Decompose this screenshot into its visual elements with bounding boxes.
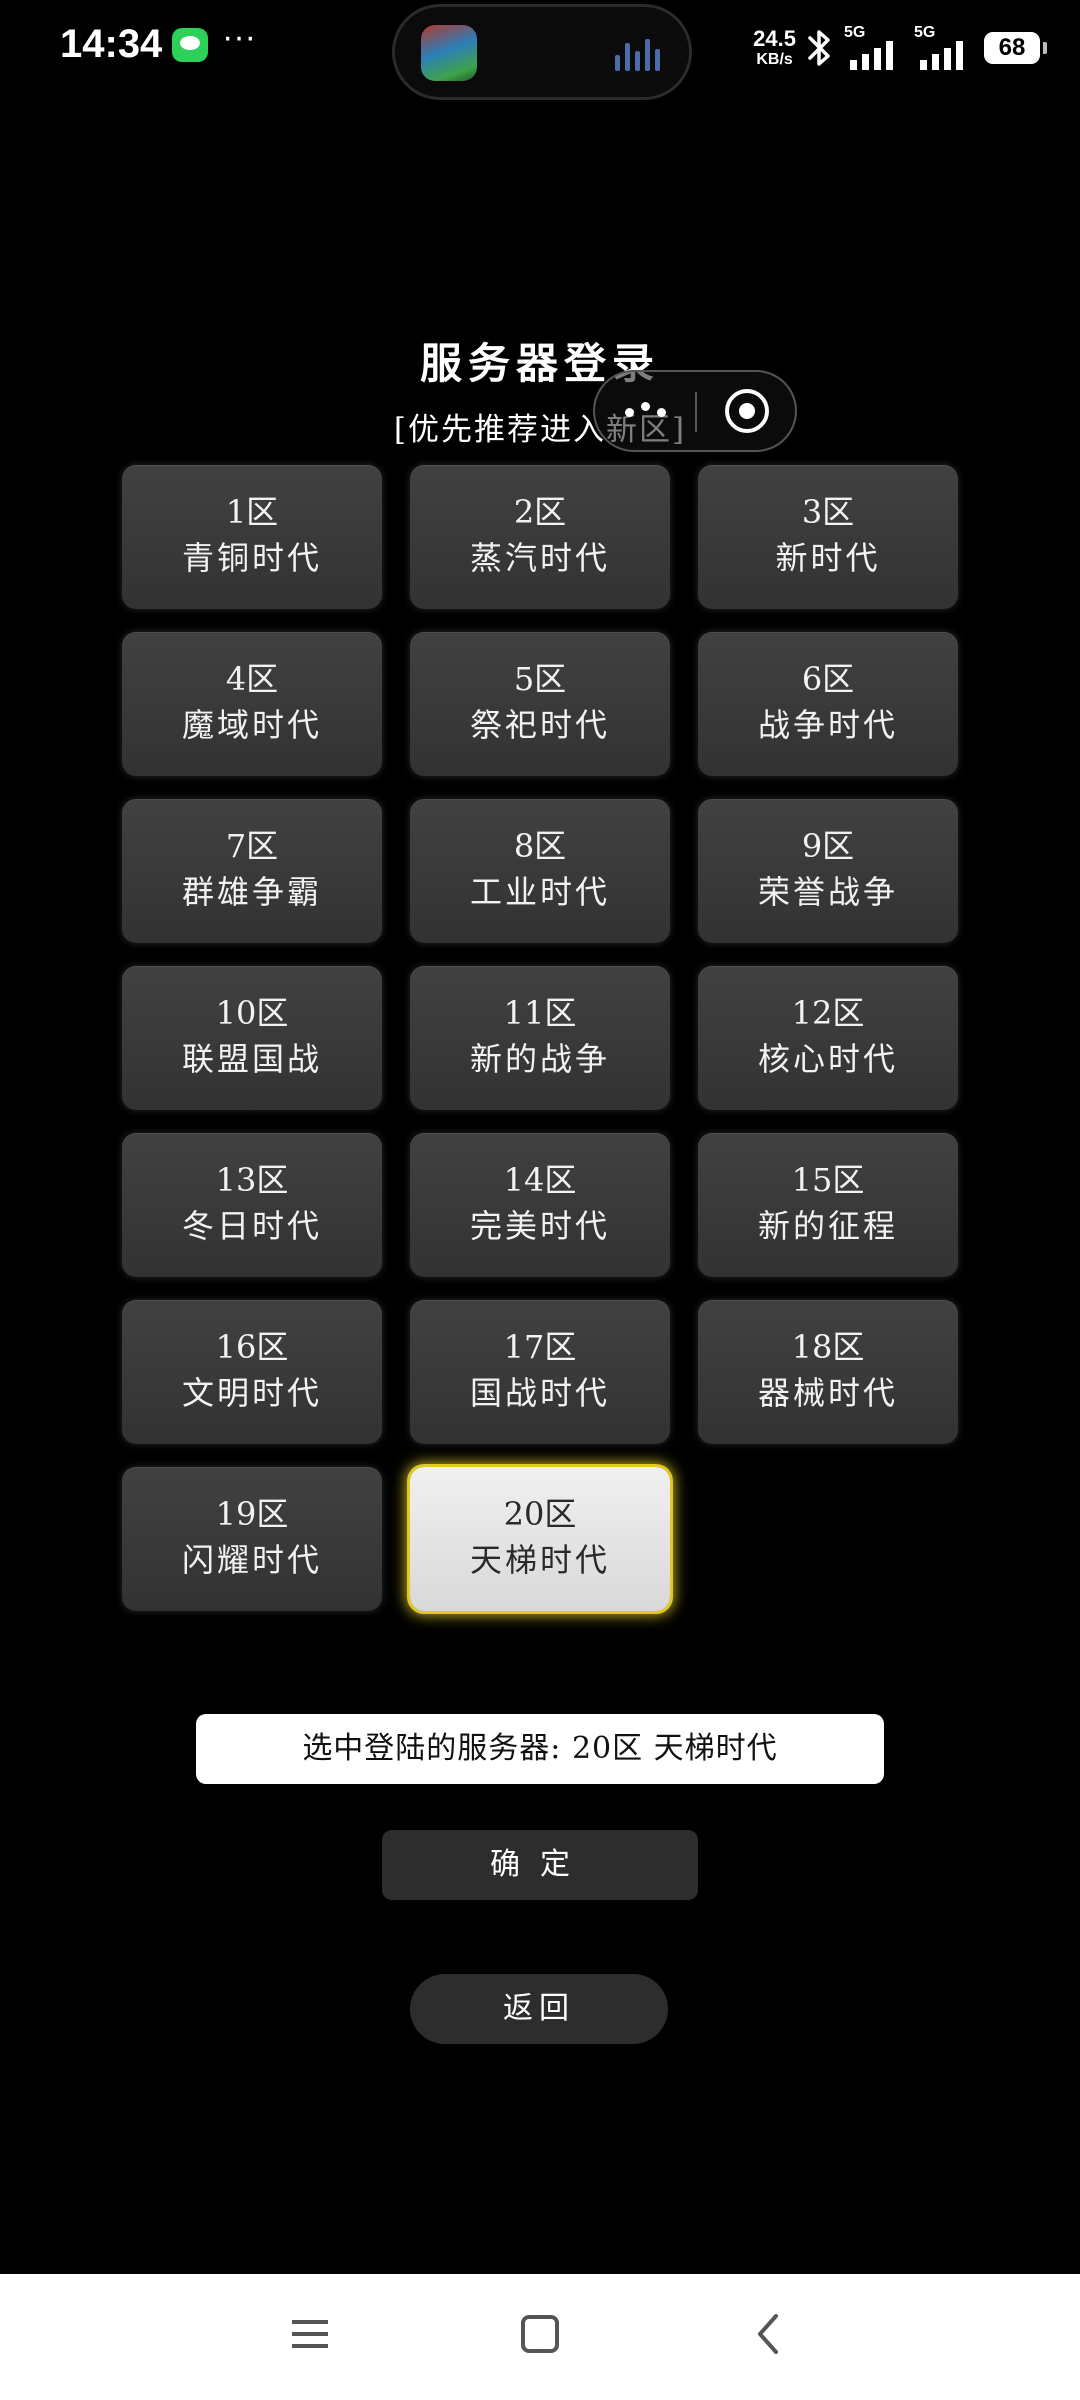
server-name-label: 荣誉战争: [757, 873, 898, 911]
server-name-label: 冬日时代: [181, 1207, 322, 1245]
server-name-label: 器械时代: [757, 1374, 898, 1412]
server-name-label: 核心时代: [757, 1040, 898, 1078]
server-zone-label: 7区: [225, 827, 279, 865]
server-zone-label: 1区: [225, 493, 279, 531]
dynamic-island[interactable]: [392, 4, 692, 100]
server-button-13[interactable]: 13区冬日时代: [122, 1133, 382, 1277]
server-button-16[interactable]: 16区文明时代: [122, 1300, 382, 1444]
target-close-icon[interactable]: [725, 389, 769, 433]
server-zone-label: 3区: [801, 493, 855, 531]
server-name-label: 完美时代: [469, 1207, 610, 1245]
server-zone-label: 18区: [791, 1328, 865, 1366]
server-zone-label: 15区: [791, 1161, 865, 1199]
more-notifications-icon: ···: [222, 18, 256, 56]
server-button-1[interactable]: 1区青铜时代: [122, 465, 382, 609]
square-home-icon[interactable]: [510, 2304, 570, 2364]
server-zone-label: 6区: [801, 660, 855, 698]
server-name-label: 群雄争霸: [181, 873, 322, 911]
status-time: 14:34: [60, 22, 163, 66]
server-button-2[interactable]: 2区蒸汽时代: [410, 465, 670, 609]
system-navigation-bar: [0, 2274, 1080, 2400]
server-zone-label: 14区: [503, 1161, 577, 1199]
status-bar: 14:34 ··· 24.5 KB/s 5G 5G 68: [0, 0, 1080, 100]
battery-icon: 68: [984, 32, 1047, 64]
server-button-12[interactable]: 12区核心时代: [698, 966, 958, 1110]
server-name-label: 天梯时代: [469, 1541, 610, 1579]
server-name-label: 联盟国战: [181, 1040, 322, 1078]
server-name-label: 国战时代: [469, 1374, 610, 1412]
cellular-signal-icon-2: 5G: [914, 24, 976, 70]
audio-wave-icon: [613, 35, 663, 75]
back-button[interactable]: 返回: [410, 1974, 668, 2044]
server-zone-label: 5区: [513, 660, 567, 698]
server-button-18[interactable]: 18区器械时代: [698, 1300, 958, 1444]
menu-lines-icon[interactable]: [280, 2304, 340, 2364]
server-zone-label: 4区: [225, 660, 279, 698]
page-subtitle: [优先推荐进入新区]: [393, 412, 687, 448]
server-name-label: 闪耀时代: [181, 1541, 322, 1579]
server-button-9[interactable]: 9区荣誉战争: [698, 799, 958, 943]
server-name-label: 新的征程: [757, 1207, 898, 1245]
network-speed: 24.5 KB/s: [753, 28, 796, 68]
server-zone-label: 12区: [791, 994, 865, 1032]
status-indicators: 24.5 KB/s 5G 5G 68: [753, 22, 1047, 74]
server-button-19[interactable]: 19区闪耀时代: [122, 1467, 382, 1611]
server-button-15[interactable]: 15区新的征程: [698, 1133, 958, 1277]
server-button-17[interactable]: 17区国战时代: [410, 1300, 670, 1444]
server-zone-label: 2区: [513, 493, 567, 531]
server-button-20[interactable]: 20区天梯时代: [410, 1467, 670, 1611]
confirm-button[interactable]: 确定: [382, 1830, 698, 1900]
network-speed-unit: KB/s: [756, 51, 793, 68]
page-title: 服务器登录: [419, 339, 660, 388]
chevron-left-icon[interactable]: [740, 2304, 800, 2364]
server-name-label: 蒸汽时代: [469, 539, 610, 577]
server-button-5[interactable]: 5区祭祀时代: [410, 632, 670, 776]
cellular-signal-icon: 5G: [844, 24, 906, 70]
server-zone-label: 13区: [215, 1161, 289, 1199]
server-button-3[interactable]: 3区新时代: [698, 465, 958, 609]
server-zone-label: 10区: [215, 994, 289, 1032]
server-zone-label: 16区: [215, 1328, 289, 1366]
server-zone-label: 8区: [513, 827, 567, 865]
mini-program-capsule: [593, 370, 797, 452]
more-dots-icon[interactable]: [595, 372, 695, 450]
server-name-label: 魔域时代: [181, 706, 322, 744]
bluetooth-icon: [808, 30, 830, 66]
server-name-label: 战争时代: [757, 706, 898, 744]
server-button-14[interactable]: 14区完美时代: [410, 1133, 670, 1277]
server-button-6[interactable]: 6区战争时代: [698, 632, 958, 776]
server-button-11[interactable]: 11区新的战争: [410, 966, 670, 1110]
server-zone-label: 17区: [503, 1328, 577, 1366]
server-zone-label: 9区: [801, 827, 855, 865]
server-name-label: 工业时代: [469, 873, 610, 911]
network-speed-value: 24.5: [753, 26, 796, 51]
server-zone-label: 11区: [503, 994, 577, 1032]
server-name-label: 新时代: [775, 539, 881, 577]
server-button-7[interactable]: 7区群雄争霸: [122, 799, 382, 943]
capsule-divider: [695, 392, 697, 432]
game-app-icon: [421, 25, 477, 81]
server-login-screen: 14:34 ··· 24.5 KB/s 5G 5G 68 服务器登录 [优先推荐…: [0, 0, 1080, 2400]
server-button-10[interactable]: 10区联盟国战: [122, 966, 382, 1110]
server-name-label: 祭祀时代: [469, 706, 610, 744]
selected-server-label: 选中登陆的服务器: 20区 天梯时代: [196, 1714, 884, 1784]
server-name-label: 文明时代: [181, 1374, 322, 1412]
message-bubble-icon: [172, 28, 208, 62]
server-name-label: 青铜时代: [181, 539, 322, 577]
server-zone-label: 20区: [503, 1495, 577, 1533]
server-button-4[interactable]: 4区魔域时代: [122, 632, 382, 776]
server-button-8[interactable]: 8区工业时代: [410, 799, 670, 943]
server-name-label: 新的战争: [469, 1040, 610, 1078]
server-zone-label: 19区: [215, 1495, 289, 1533]
